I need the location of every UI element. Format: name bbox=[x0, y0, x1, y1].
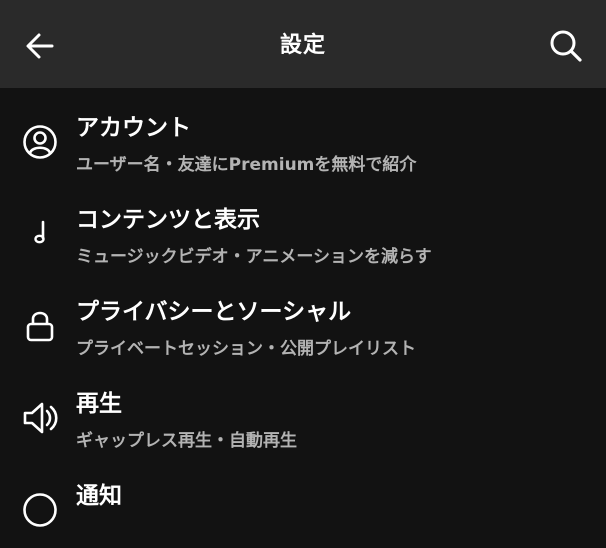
settings-item-content-display[interactable]: コンテンツと表示 ミュージックビデオ・アニメーションを減らす bbox=[0, 180, 606, 272]
settings-item-subtitle: ミュージックビデオ・アニメーションを減らす bbox=[76, 247, 432, 267]
settings-item-subtitle: ユーザー名・友達にPremiumを無料で紹介 bbox=[76, 155, 417, 175]
search-icon bbox=[550, 30, 582, 62]
settings-item-subtitle: プライベートセッション・公開プレイリスト bbox=[76, 339, 416, 359]
settings-item-label: 通知 bbox=[76, 483, 122, 509]
settings-item-label: 再生 bbox=[76, 391, 122, 417]
settings-item-privacy-social[interactable]: プライバシーとソーシャル プライベートセッション・公開プレイリスト bbox=[0, 272, 606, 364]
page-title: 設定 bbox=[279, 33, 326, 58]
settings-item-label: プライバシーとソーシャル bbox=[76, 299, 352, 325]
settings-item-account[interactable]: アカウント ユーザー名・友達にPremiumを無料で紹介 bbox=[0, 88, 606, 180]
settings-item-label: アカウント bbox=[76, 115, 191, 141]
search-button[interactable] bbox=[544, 24, 588, 68]
settings-item-subtitle: ギャップレス再生・自動再生 bbox=[76, 431, 297, 451]
lock-icon bbox=[20, 306, 60, 346]
bell-icon bbox=[20, 490, 60, 530]
user-circle-icon bbox=[20, 122, 60, 162]
speaker-icon bbox=[20, 398, 60, 438]
settings-item-notifications[interactable]: 通知 bbox=[0, 456, 606, 548]
settings-item-label: コンテンツと表示 bbox=[76, 207, 260, 233]
settings-item-playback[interactable]: 再生 ギャップレス再生・自動再生 bbox=[0, 364, 606, 456]
music-note-icon bbox=[20, 212, 60, 252]
app-header: 設定 bbox=[0, 0, 606, 88]
